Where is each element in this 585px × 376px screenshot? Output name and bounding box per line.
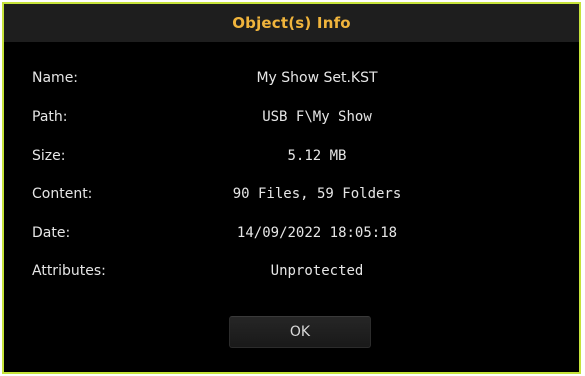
attributes-value: Unprotected bbox=[270, 263, 364, 279]
ok-button-label: OK bbox=[289, 324, 311, 340]
size-label: Size: bbox=[32, 148, 66, 164]
object-info-dialog: Object(s) Info Name: My Show Set.KST Pat… bbox=[2, 2, 581, 374]
info-row-date: Date: 14/09/2022 18:05:18 bbox=[4, 216, 579, 250]
info-row-path: Path: USB F\My Show bbox=[4, 100, 579, 134]
info-row-attributes: Attributes: Unprotected bbox=[4, 254, 579, 288]
name-label: Name: bbox=[32, 70, 79, 86]
ok-button[interactable]: OK bbox=[229, 316, 371, 348]
size-value: 5.12 MB bbox=[287, 148, 347, 164]
path-label: Path: bbox=[32, 109, 68, 125]
content-label: Content: bbox=[32, 186, 93, 202]
attributes-label: Attributes: bbox=[32, 263, 106, 279]
content-value: 90 Files, 59 Folders bbox=[232, 186, 402, 202]
dialog-title: Object(s) Info bbox=[232, 14, 351, 32]
info-row-content: Content: 90 Files, 59 Folders bbox=[4, 177, 579, 211]
date-label: Date: bbox=[32, 225, 71, 241]
dialog-titlebar: Object(s) Info bbox=[4, 4, 579, 42]
date-value: 14/09/2022 18:05:18 bbox=[236, 225, 398, 241]
info-row-name: Name: My Show Set.KST bbox=[4, 61, 579, 95]
path-value: USB F\My Show bbox=[262, 109, 372, 125]
name-value: My Show Set.KST bbox=[256, 70, 378, 86]
info-row-size: Size: 5.12 MB bbox=[4, 139, 579, 173]
